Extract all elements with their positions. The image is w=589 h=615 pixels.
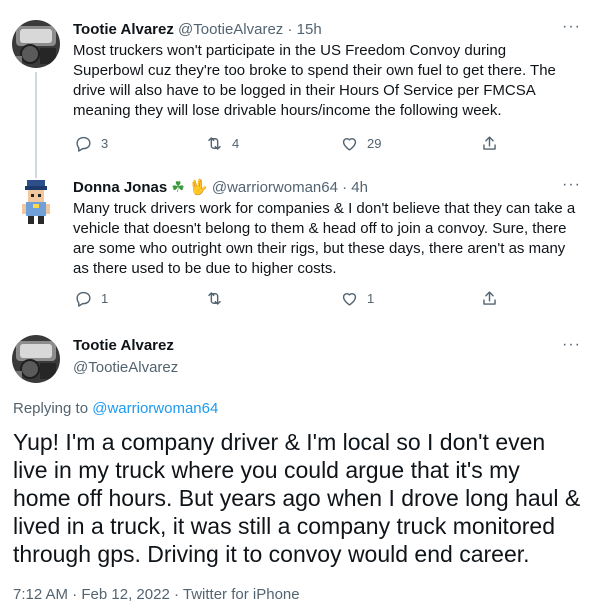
replying-to: Replying to @warriorwoman64 xyxy=(13,400,218,417)
more-icon[interactable]: ··· xyxy=(562,336,581,354)
reply-icon xyxy=(76,291,91,307)
reply-icon xyxy=(76,136,91,152)
retweet-icon xyxy=(208,137,221,150)
separator: · xyxy=(72,586,78,603)
retweet-button[interactable] xyxy=(205,289,232,308)
separator: · xyxy=(287,21,293,38)
more-icon[interactable]: ··· xyxy=(562,18,581,36)
tweet-header: Tootie Alvarez @TootieAlvarez · 15h xyxy=(73,20,322,40)
display-name[interactable]: Tootie Alvarez xyxy=(73,336,174,356)
separator: · xyxy=(342,179,348,196)
avatar-pixel-character-image xyxy=(22,180,50,224)
display-name[interactable]: Donna Jonas xyxy=(73,179,167,196)
like-button[interactable]: 1 xyxy=(340,289,374,308)
timestamp[interactable]: 4h xyxy=(351,179,368,196)
thread-line xyxy=(35,72,37,170)
retweet-count: 4 xyxy=(232,136,240,151)
more-icon[interactable]: ··· xyxy=(562,176,581,194)
avatar[interactable] xyxy=(12,335,60,383)
tweet-text: Many truck drivers work for companies & … xyxy=(73,200,576,277)
display-name[interactable]: Tootie Alvarez xyxy=(73,21,174,38)
reply-count: 1 xyxy=(101,291,109,306)
avatar[interactable] xyxy=(12,20,60,68)
like-button[interactable]: 29 xyxy=(340,134,381,153)
tweet-source[interactable]: Twitter for iPhone xyxy=(183,586,300,603)
action-bar: 1 1 xyxy=(74,289,574,309)
thread-line xyxy=(35,170,37,178)
replying-to-handle-link[interactable]: @warriorwoman64 xyxy=(92,400,218,417)
reply-button[interactable]: 3 xyxy=(74,134,108,153)
avatar-truck-interior-image xyxy=(12,335,60,383)
handle[interactable]: @TootieAlvarez xyxy=(73,358,178,378)
shamrock-emoji: ☘ xyxy=(171,179,185,196)
share-button[interactable] xyxy=(480,289,499,308)
vulcan-salute-emoji: 🖖 xyxy=(188,179,208,196)
action-bar: 3 4 29 xyxy=(74,134,574,154)
share-icon xyxy=(483,136,496,150)
heart-icon xyxy=(342,138,357,151)
tweet-meta: 7:12 AM · Feb 12, 2022 · Twitter for iPh… xyxy=(13,586,300,603)
separator: · xyxy=(173,586,179,603)
display-name-text: Tootie Alvarez xyxy=(73,337,174,354)
heart-icon xyxy=(342,293,357,306)
timestamp[interactable]: 15h xyxy=(297,21,322,38)
replying-to-label: Replying to xyxy=(13,400,89,417)
tweet-time[interactable]: 7:12 AM xyxy=(13,586,68,603)
avatar-truck-interior-image xyxy=(12,20,60,68)
handle[interactable]: @TootieAlvarez xyxy=(178,21,283,38)
tweet-1[interactable]: Tootie Alvarez @TootieAlvarez · 15h ··· … xyxy=(0,0,589,170)
retweet-icon xyxy=(208,292,221,305)
retweet-button[interactable]: 4 xyxy=(205,134,239,153)
tweet-text: Yup! I'm a company driver & I'm local so… xyxy=(13,429,581,567)
tweet-text: Most truckers won't participate in the U… xyxy=(73,42,556,119)
share-icon xyxy=(483,291,496,305)
share-button[interactable] xyxy=(480,134,499,153)
tweet-date[interactable]: Feb 12, 2022 xyxy=(81,586,169,603)
reply-count: 3 xyxy=(101,136,109,151)
handle[interactable]: @warriorwoman64 xyxy=(212,179,338,196)
tweet-2[interactable]: Donna Jonas ☘ 🖖 @warriorwoman64 · 4h ···… xyxy=(0,170,589,320)
reply-button[interactable]: 1 xyxy=(74,289,108,308)
like-count: 29 xyxy=(367,136,382,151)
tweet-header: Donna Jonas ☘ 🖖 @warriorwoman64 · 4h xyxy=(73,178,368,198)
handle-text: @TootieAlvarez xyxy=(73,359,179,376)
like-count: 1 xyxy=(367,291,375,306)
main-tweet: Tootie Alvarez @TootieAlvarez ··· Replyi… xyxy=(0,320,589,615)
avatar[interactable] xyxy=(12,178,60,226)
